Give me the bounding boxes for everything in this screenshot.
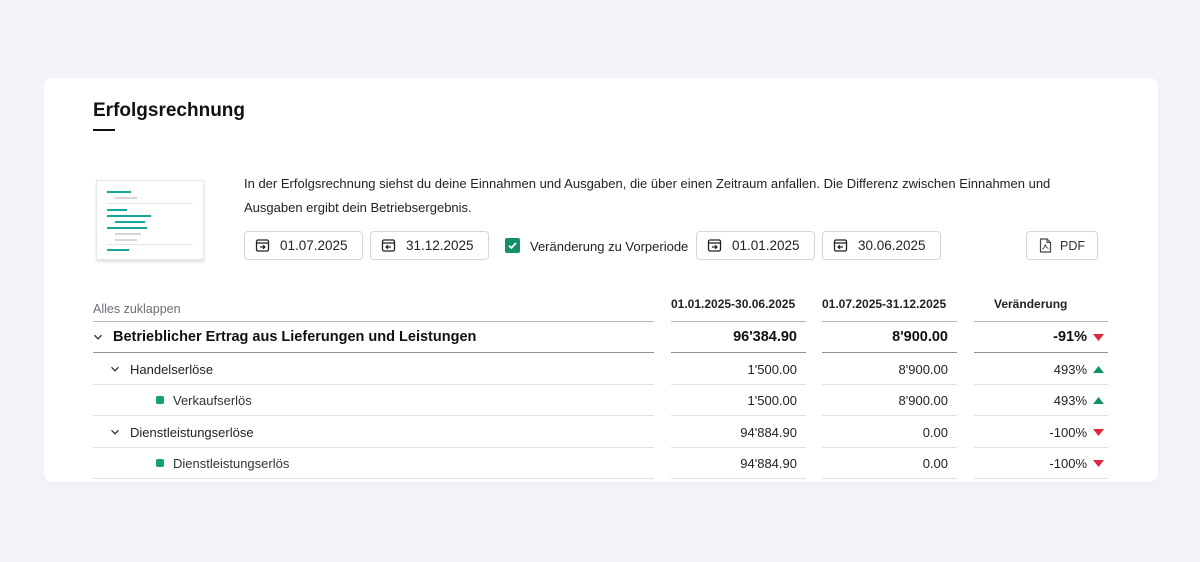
value-change: -100% bbox=[1049, 455, 1087, 471]
prev-to-field[interactable]: 30.06.2025 bbox=[822, 231, 941, 260]
cell-change: 493% bbox=[974, 385, 1108, 416]
report-illustration bbox=[96, 180, 204, 260]
report-card: Erfolgsrechnung In der Erfolgsrechnung s… bbox=[44, 78, 1158, 482]
value-prev: 94'884.90 bbox=[740, 455, 797, 471]
value-change: -91% bbox=[1053, 329, 1087, 345]
value-curr: 0.00 bbox=[922, 424, 948, 440]
row-label-text: Dienstleistungserlöse bbox=[130, 424, 254, 440]
collapse-all-link[interactable]: Alles zuklappen bbox=[93, 302, 181, 316]
row-label: Dienstleistungserlöse bbox=[93, 417, 654, 448]
row-label: Dienstleistungserlös bbox=[93, 448, 654, 479]
row-label-text: Verkaufserlös bbox=[173, 392, 252, 408]
date-to-value: 31.12.2025 bbox=[406, 238, 474, 253]
calendar-end-icon bbox=[833, 239, 848, 252]
value-prev: 1'500.00 bbox=[747, 392, 797, 408]
green-square-bullet-icon bbox=[156, 459, 164, 467]
value-change: 493% bbox=[1053, 392, 1087, 408]
cell-change: -100% bbox=[974, 448, 1108, 479]
cell-prev: 1'500.00 bbox=[671, 385, 806, 416]
row-label-text: Dienstleistungserlös bbox=[173, 455, 290, 471]
arrow-down-icon bbox=[1093, 333, 1104, 341]
cell-curr: 0.00 bbox=[822, 417, 957, 448]
table-row: Verkaufserlös 1'500.00 8'900.00 493% bbox=[93, 385, 1108, 416]
chevron-down-icon bbox=[111, 429, 119, 435]
title-underline bbox=[93, 129, 115, 131]
value-curr: 8'900.00 bbox=[892, 329, 948, 345]
prev-from-field[interactable]: 01.01.2025 bbox=[696, 231, 815, 260]
value-prev: 1'500.00 bbox=[747, 361, 797, 377]
cell-change: 493% bbox=[974, 354, 1108, 385]
row-label: Handelserlöse bbox=[93, 354, 654, 385]
cell-curr: 0.00 bbox=[822, 448, 957, 479]
arrow-down-icon bbox=[1093, 459, 1104, 467]
description-text: In der Erfolgsrechnung siehst du deine E… bbox=[244, 176, 1051, 215]
value-curr: 8'900.00 bbox=[898, 392, 948, 408]
page-title: Erfolgsrechnung bbox=[93, 100, 246, 121]
chevron-down-icon bbox=[94, 334, 102, 340]
col-header-change: Veränderung bbox=[994, 297, 1068, 311]
row-label: Betrieblicher Ertrag aus Lieferungen und… bbox=[93, 322, 654, 353]
calendar-end-icon bbox=[381, 239, 396, 252]
cell-change: -91% bbox=[974, 322, 1108, 353]
compare-label: Veränderung zu Vorperiode bbox=[530, 239, 689, 254]
checkmark-icon bbox=[508, 242, 517, 250]
prev-to-value: 30.06.2025 bbox=[858, 238, 926, 253]
col-header-prev: 01.01.2025-30.06.2025 bbox=[671, 297, 796, 311]
cell-curr: 8'900.00 bbox=[822, 354, 957, 385]
pdf-label: PDF bbox=[1060, 238, 1085, 253]
value-change: -100% bbox=[1049, 424, 1087, 440]
row-label-text: Handelserlöse bbox=[130, 361, 214, 377]
prev-from-value: 01.01.2025 bbox=[732, 238, 800, 253]
row-label: Verkaufserlös bbox=[93, 385, 654, 416]
table-row[interactable]: Betrieblicher Ertrag aus Lieferungen und… bbox=[93, 322, 1108, 353]
table-row[interactable]: Handelserlöse 1'500.00 8'900.00 493% bbox=[93, 354, 1108, 385]
pdf-export-button[interactable]: PDF bbox=[1026, 231, 1098, 260]
pdf-file-icon bbox=[1039, 238, 1052, 253]
calendar-start-icon bbox=[255, 239, 270, 252]
value-prev: 96'384.90 bbox=[733, 329, 797, 345]
date-from-value: 01.07.2025 bbox=[280, 238, 348, 253]
cell-curr: 8'900.00 bbox=[822, 322, 957, 353]
cell-prev: 1'500.00 bbox=[671, 354, 806, 385]
cell-prev: 96'384.90 bbox=[671, 322, 806, 353]
date-to-field[interactable]: 31.12.2025 bbox=[370, 231, 489, 260]
value-curr: 0.00 bbox=[922, 455, 948, 471]
value-change: 493% bbox=[1053, 361, 1087, 377]
cell-prev: 94'884.90 bbox=[671, 448, 806, 479]
green-square-bullet-icon bbox=[156, 396, 164, 404]
row-label-text: Betrieblicher Ertrag aus Lieferungen und… bbox=[113, 329, 477, 345]
value-curr: 8'900.00 bbox=[898, 361, 948, 377]
compare-checkbox[interactable] bbox=[505, 238, 520, 253]
cell-curr: 8'900.00 bbox=[822, 385, 957, 416]
col-header-curr: 01.07.2025-31.12.2025 bbox=[822, 297, 947, 311]
calendar-start-icon bbox=[707, 239, 722, 252]
arrow-up-icon bbox=[1093, 396, 1104, 404]
value-prev: 94'884.90 bbox=[740, 424, 797, 440]
table-row[interactable]: Dienstleistungserlöse 94'884.90 0.00 -100% bbox=[93, 417, 1108, 448]
date-from-field[interactable]: 01.07.2025 bbox=[244, 231, 363, 260]
table-row: Dienstleistungserlös 94'884.90 0.00 -100% bbox=[93, 448, 1108, 479]
arrow-up-icon bbox=[1093, 365, 1104, 373]
arrow-down-icon bbox=[1093, 428, 1104, 436]
cell-prev: 94'884.90 bbox=[671, 417, 806, 448]
cell-change: -100% bbox=[974, 417, 1108, 448]
chevron-down-icon bbox=[111, 366, 119, 372]
